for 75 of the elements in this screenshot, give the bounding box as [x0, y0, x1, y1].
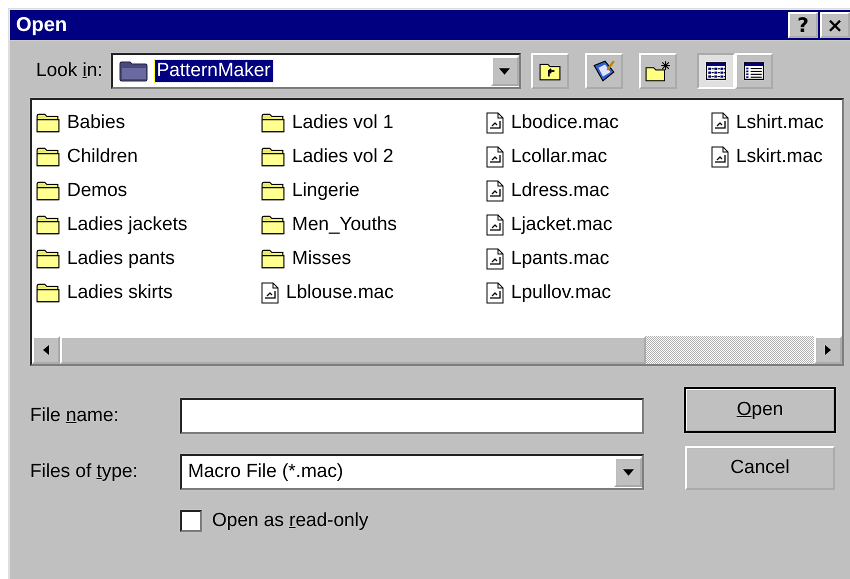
details-view-icon [744, 62, 764, 80]
right-arrow-icon [825, 345, 831, 355]
horizontal-scrollbar[interactable] [32, 336, 842, 364]
desktop-icon [592, 59, 616, 83]
file-item[interactable]: Lpullov.mac [486, 276, 711, 310]
cancel-button[interactable]: Cancel [685, 446, 835, 490]
caret-icon [622, 468, 634, 476]
file-item[interactable]: Lcollar.mac [486, 140, 711, 174]
folder-item[interactable]: Misses [261, 242, 486, 276]
file-item[interactable]: Lpants.mac [486, 242, 711, 276]
read-only-label: Open as read-only [212, 510, 368, 532]
look-in-dropdown[interactable]: PatternMaker [110, 53, 521, 89]
file-item[interactable]: Ldress.mac [486, 174, 711, 208]
dropdown-button[interactable] [490, 56, 519, 86]
file-type-label: Files of type: [30, 461, 139, 483]
open-button[interactable]: Open [685, 388, 835, 432]
title-bar-button[interactable]: ? [788, 12, 818, 38]
document-icon [486, 146, 504, 168]
caret-icon [499, 68, 510, 74]
folder-item[interactable]: Children [36, 140, 261, 174]
window-title: Open [16, 14, 68, 36]
dropdown-button[interactable] [614, 457, 642, 487]
new-folder-button[interactable] [638, 53, 677, 89]
look-in-value: PatternMaker [154, 60, 273, 82]
file-name-label: File name: [30, 405, 120, 427]
file-item[interactable]: Lblouse.mac [261, 276, 486, 310]
document-icon [711, 112, 729, 134]
desktop-button[interactable] [584, 53, 623, 89]
folder-item[interactable]: Babies [36, 106, 261, 140]
folder-item[interactable]: Demos [36, 174, 261, 208]
folder-icon [118, 60, 149, 82]
document-icon [486, 214, 504, 236]
title-bar-button[interactable]: × [820, 12, 850, 38]
folder-icon [36, 249, 60, 269]
folder-icon [36, 283, 60, 303]
list-view-button[interactable] [696, 53, 735, 89]
folder-icon [36, 113, 60, 133]
up-folder-button[interactable] [530, 53, 569, 89]
file-item[interactable]: Lshirt.mac [711, 106, 842, 140]
list-view-icon [706, 62, 726, 80]
folder-icon [36, 147, 60, 167]
scroll-right-button[interactable] [814, 336, 842, 364]
folder-item[interactable]: Lingerie [261, 174, 486, 208]
look-in-label: Look in: [36, 60, 103, 82]
folder-icon [261, 249, 285, 269]
document-icon [486, 248, 504, 270]
file-item[interactable]: Lskirt.mac [711, 140, 842, 174]
folder-icon [36, 215, 60, 235]
left-arrow-icon [43, 345, 49, 355]
folder-icon [261, 181, 285, 201]
folder-item[interactable]: Ladies vol 1 [261, 106, 486, 140]
folder-item[interactable]: Ladies vol 2 [261, 140, 486, 174]
document-icon [711, 146, 729, 168]
document-icon [261, 282, 279, 304]
up-folder-icon [538, 61, 561, 81]
folder-item[interactable]: Ladies jackets [36, 208, 261, 242]
document-icon [486, 180, 504, 202]
folder-item[interactable]: Men_Youths [261, 208, 486, 242]
document-icon [486, 112, 504, 134]
file-item[interactable]: Lbodice.mac [486, 106, 711, 140]
file-name-field[interactable] [180, 398, 644, 434]
folder-icon [261, 147, 285, 167]
read-only-checkbox[interactable] [180, 510, 202, 532]
folder-icon [261, 215, 285, 235]
folder-icon [261, 113, 285, 133]
folder-item[interactable]: Ladies pants [36, 242, 261, 276]
scroll-left-button[interactable] [32, 336, 60, 364]
document-icon [486, 282, 504, 304]
scroll-thumb[interactable] [60, 336, 646, 364]
file-item[interactable]: Ljacket.mac [486, 208, 711, 242]
folder-icon [36, 181, 60, 201]
new-folder-icon [644, 60, 671, 82]
file-type-dropdown[interactable]: Macro File (*.mac) [180, 454, 644, 490]
details-view-button[interactable] [734, 53, 773, 89]
folder-item[interactable]: Ladies skirts [36, 276, 261, 310]
